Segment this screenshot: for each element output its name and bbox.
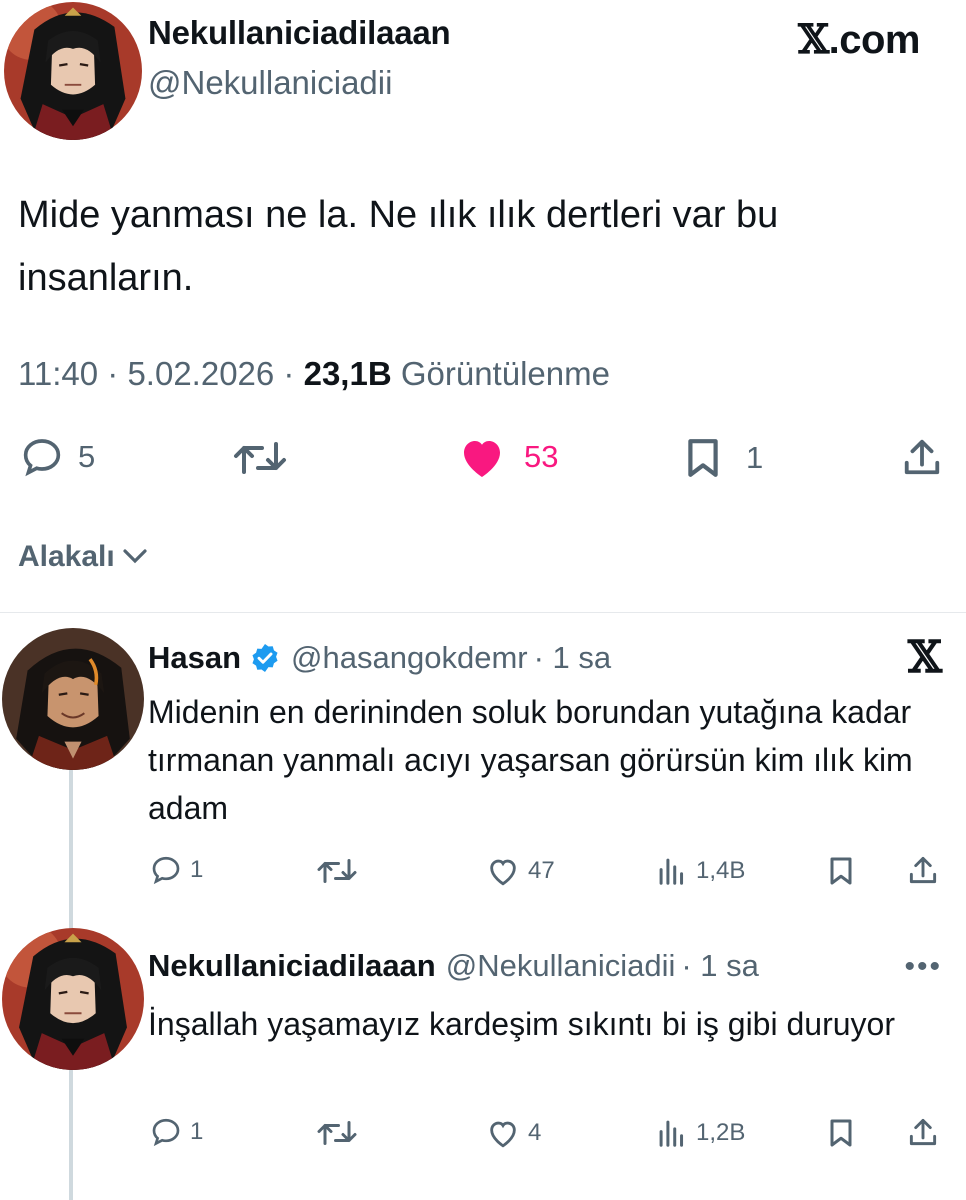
bookmark-button[interactable] <box>826 1117 856 1149</box>
retweet-icon <box>317 1121 357 1145</box>
reply-avatar[interactable] <box>2 928 144 1070</box>
retweet-button[interactable] <box>232 440 288 476</box>
share-button[interactable] <box>906 1116 940 1148</box>
retweet-icon <box>317 859 357 883</box>
reply-button[interactable]: 1 <box>150 1117 203 1147</box>
divider <box>0 612 966 613</box>
reply-handle[interactable]: @Nekullaniciadii <box>446 948 676 984</box>
view-count: 1,2B <box>696 1119 746 1146</box>
thread-line <box>69 1070 73 1200</box>
share-button[interactable] <box>906 854 940 886</box>
retweet-button[interactable] <box>316 1119 358 1147</box>
view-count: 1,4B <box>696 857 746 884</box>
analytics-icon <box>659 858 684 885</box>
reply-display-name[interactable]: Nekullaniciadilaaan <box>148 948 436 984</box>
views-label: Görüntülenme <box>391 355 610 392</box>
brand-logo: 𝕏.com <box>798 16 920 63</box>
like-count: 4 <box>528 1119 542 1146</box>
tweet-text: Mide yanması ne la. Ne ılık ılık dertler… <box>18 194 779 299</box>
like-count: 53 <box>524 439 559 474</box>
reply-icon <box>23 439 61 477</box>
heart-filled-icon <box>464 441 500 477</box>
heart-icon <box>490 859 516 886</box>
reply-time[interactable]: · 1 sa <box>534 640 612 676</box>
reply-avatar[interactable] <box>2 628 144 770</box>
reply-button[interactable]: 5 <box>20 437 95 477</box>
reply-header: Hasan @hasangokdemr · 1 sa <box>148 640 611 676</box>
reply-time[interactable]: · 1 sa <box>681 948 759 984</box>
reply-display-name[interactable]: Hasan <box>148 640 241 676</box>
tweet-meta: 11:40 · 5.02.2026 · 23,1B Görüntülenme <box>18 355 610 393</box>
share-button[interactable] <box>900 436 944 478</box>
reply-text: İnşallah yaşamayız kardeşim sıkıntı bi i… <box>148 1006 895 1042</box>
more-options-icon[interactable]: ••• <box>904 950 942 984</box>
sort-label: Alakalı <box>18 540 115 573</box>
x-logo-icon: 𝕏 <box>798 16 829 63</box>
reply-text: Midenin en derininden soluk borundan yut… <box>148 694 913 826</box>
chevron-down-icon <box>123 549 147 564</box>
retweet-icon <box>234 442 286 474</box>
bookmark-button[interactable]: 1 <box>682 437 763 479</box>
analytics-icon <box>659 1120 684 1147</box>
retweet-button[interactable] <box>316 857 358 885</box>
reply-count: 1 <box>190 1118 204 1145</box>
heart-icon <box>490 1121 516 1148</box>
user-handle[interactable]: @Nekullaniciadii <box>148 64 392 102</box>
reply-icon <box>152 1118 180 1147</box>
display-name[interactable]: Nekullaniciadilaaan <box>148 14 451 52</box>
view-count: 23,1B <box>303 355 392 392</box>
reply-count: 1 <box>190 856 204 883</box>
bookmark-button[interactable] <box>826 855 856 887</box>
share-icon <box>909 1118 937 1146</box>
like-button[interactable]: 47 <box>486 855 555 887</box>
bookmark-icon <box>830 1119 852 1147</box>
like-count: 47 <box>528 857 555 884</box>
sort-selector[interactable]: Alakalı <box>18 540 149 574</box>
avatar[interactable] <box>4 2 142 140</box>
bookmark-icon <box>688 439 718 477</box>
reply-count: 5 <box>78 439 96 474</box>
share-icon <box>909 856 937 884</box>
reply-header: Nekullaniciadilaaan @Nekullaniciadii · 1… <box>148 948 759 984</box>
bookmark-icon <box>830 857 852 885</box>
views-button[interactable]: 1,2B <box>656 1118 745 1148</box>
tweet-timestamp[interactable]: 11:40 · 5.02.2026 · <box>18 355 304 392</box>
bookmark-count: 1 <box>746 440 764 475</box>
thread-line <box>69 770 73 930</box>
views-button[interactable]: 1,4B <box>656 856 745 886</box>
verified-badge-icon <box>252 644 278 672</box>
reply-handle[interactable]: @hasangokdemr <box>291 640 528 676</box>
share-icon <box>904 439 940 475</box>
reply-button[interactable]: 1 <box>150 855 203 885</box>
like-button[interactable]: 53 <box>458 435 558 479</box>
x-logo-icon: 𝕏 <box>907 632 942 683</box>
brand-domain: .com <box>828 18 921 62</box>
like-button[interactable]: 4 <box>486 1117 541 1149</box>
reply-icon <box>152 856 180 885</box>
